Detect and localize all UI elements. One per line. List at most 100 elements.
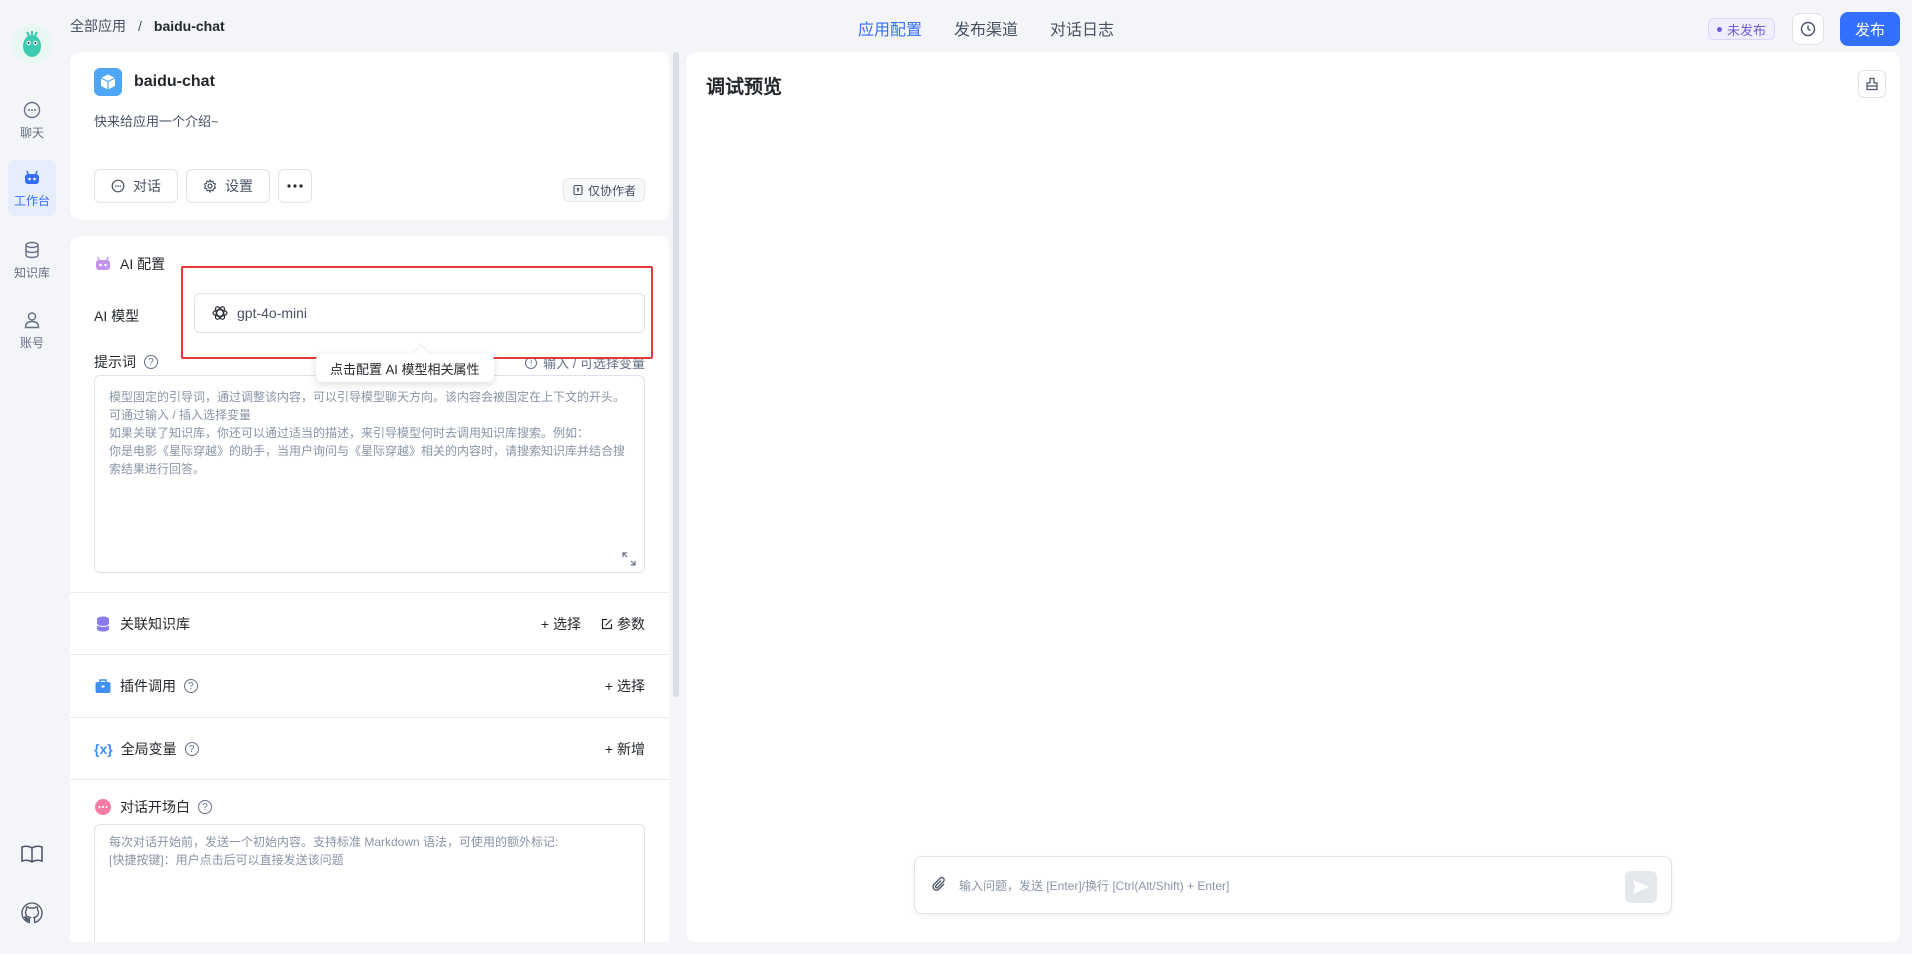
variables-add-label: 新增 bbox=[617, 741, 645, 757]
sidebar-item-label: 工作台 bbox=[13, 193, 50, 208]
edit-icon bbox=[601, 618, 613, 630]
plugins-header: 插件调用 ? bbox=[94, 676, 198, 696]
tab-app-config[interactable]: 应用配置 bbox=[858, 16, 922, 40]
app-logo[interactable] bbox=[12, 24, 52, 64]
ai-config-title: AI 配置 bbox=[120, 256, 166, 272]
model-tooltip: 点击配置 AI 模型相关属性 bbox=[316, 354, 494, 382]
logo-icon bbox=[23, 31, 41, 57]
user-icon bbox=[24, 311, 40, 328]
github-icon[interactable] bbox=[20, 901, 44, 925]
divider bbox=[70, 592, 669, 593]
model-tooltip-text: 点击配置 AI 模型相关属性 bbox=[330, 361, 480, 377]
model-highlight-box bbox=[181, 266, 653, 359]
publish-button[interactable]: 发布 bbox=[1840, 12, 1900, 46]
sidebar-item-dataset[interactable]: 知识库 bbox=[8, 232, 56, 288]
book-icon[interactable] bbox=[20, 842, 44, 866]
sidebar-item-account[interactable]: 账号 bbox=[8, 302, 56, 358]
sidebar: 聊天 工作台 知识库 账号 bbox=[0, 0, 64, 954]
help-icon[interactable]: ? bbox=[184, 679, 198, 693]
variables-title: 全局变量 bbox=[120, 741, 177, 757]
variables-header: {x} 全局变量 ? bbox=[94, 739, 199, 759]
clear-chat-button[interactable] bbox=[1858, 70, 1886, 98]
divider bbox=[70, 717, 669, 718]
database-icon bbox=[96, 616, 110, 632]
help-icon[interactable]: ? bbox=[144, 355, 158, 369]
sidebar-item-label: 聊天 bbox=[19, 125, 44, 140]
chat-input-placeholder: 输入问题，发送 [Enter]/换行 [Ctrl(Alt/Shift) + En… bbox=[959, 878, 1230, 893]
history-button[interactable] bbox=[1792, 13, 1824, 45]
tab-publish-channel[interactable]: 发布渠道 bbox=[954, 16, 1018, 40]
dataset-params-button[interactable]: 参数 bbox=[601, 614, 645, 634]
breadcrumb-root[interactable]: 全部应用 bbox=[70, 16, 126, 36]
opener-header: 对话开场白 ? bbox=[94, 797, 212, 817]
dataset-params-label: 参数 bbox=[617, 616, 645, 632]
top-tabs: 应用配置 发布渠道 对话日志 bbox=[858, 16, 1114, 40]
expand-icon[interactable] bbox=[622, 552, 636, 566]
app-info-card: baidu-chat 快来给应用一个介绍~ 对话 设置 仅协作者 bbox=[70, 52, 669, 220]
dataset-select-button[interactable]: + 选择 bbox=[541, 614, 581, 634]
prompt-header: 提示词 ? bbox=[94, 352, 158, 372]
breadcrumb-separator: / bbox=[138, 18, 142, 34]
sidebar-item-chat[interactable]: 聊天 bbox=[8, 92, 56, 148]
plugins-title: 插件调用 bbox=[120, 678, 176, 694]
database-icon bbox=[25, 241, 39, 258]
attachment-icon[interactable] bbox=[931, 876, 949, 894]
settings-button[interactable]: 设置 bbox=[186, 169, 270, 203]
chat-button-label: 对话 bbox=[133, 178, 161, 194]
cube-icon bbox=[100, 74, 116, 90]
sidebar-item-label: 知识库 bbox=[13, 265, 50, 280]
status-badge: 未发布 bbox=[1708, 18, 1776, 40]
chat-button[interactable]: 对话 bbox=[94, 169, 178, 203]
lock-icon bbox=[573, 184, 583, 196]
debug-preview-panel: 调试预览 输入问题，发送 [Enter]/换行 [Ctrl(Alt/Shift)… bbox=[686, 52, 1900, 942]
settings-button-label: 设置 bbox=[225, 178, 253, 194]
help-icon[interactable]: ? bbox=[184, 742, 199, 756]
tab-chat-logs[interactable]: 对话日志 bbox=[1050, 16, 1114, 40]
toolbox-icon bbox=[95, 679, 111, 693]
robot-icon bbox=[96, 256, 110, 270]
more-button[interactable] bbox=[278, 169, 312, 203]
app-name: baidu-chat bbox=[134, 73, 215, 90]
variables-add-button[interactable]: + 新增 bbox=[605, 739, 645, 759]
dataset-header: 关联知识库 bbox=[94, 614, 190, 634]
preview-title: 调试预览 bbox=[706, 77, 783, 98]
status-dot bbox=[1717, 26, 1722, 32]
prompt-placeholder: 模型固定的引导词，通过调整该内容，可以引导模型聊天方向。该内容会被固定在上下文的… bbox=[109, 390, 626, 476]
sidebar-item-workspace[interactable]: 工作台 bbox=[8, 160, 56, 216]
plugins-actions: + 选择 bbox=[605, 676, 645, 696]
dataset-select-label: 选择 bbox=[553, 616, 581, 632]
plugins-select-button[interactable]: + 选择 bbox=[605, 676, 645, 696]
broom-icon bbox=[1866, 77, 1878, 91]
model-label: AI 模型 bbox=[94, 308, 140, 324]
opener-textarea[interactable]: 每次对话开始前，发送一个初始内容。支持标准 Markdown 语法，可使用的额外… bbox=[94, 824, 645, 942]
more-icon bbox=[287, 184, 303, 188]
chat-icon bbox=[23, 101, 41, 118]
opener-title: 对话开场白 bbox=[120, 799, 190, 815]
app-intro[interactable]: 快来给应用一个介绍~ bbox=[94, 111, 219, 130]
plugins-select-label: 选择 bbox=[617, 678, 645, 694]
variable-icon: {x} bbox=[94, 741, 113, 757]
help-icon[interactable]: ? bbox=[198, 800, 212, 814]
scrollbar[interactable] bbox=[673, 52, 679, 697]
chat-input[interactable]: 输入问题，发送 [Enter]/换行 [Ctrl(Alt/Shift) + En… bbox=[914, 856, 1672, 914]
breadcrumb-current: baidu-chat bbox=[153, 18, 225, 34]
prompt-textarea[interactable]: 模型固定的引导词，通过调整该内容，可以引导模型聊天方向。该内容会被固定在上下文的… bbox=[94, 375, 645, 573]
robot-icon bbox=[25, 170, 39, 184]
prompt-title: 提示词 bbox=[94, 354, 136, 370]
dataset-title: 关联知识库 bbox=[120, 616, 190, 632]
send-button[interactable] bbox=[1625, 871, 1657, 903]
send-icon bbox=[1633, 880, 1649, 894]
app-actions: 对话 设置 bbox=[94, 169, 312, 203]
welcome-chat-icon bbox=[95, 799, 111, 815]
chat-icon bbox=[111, 179, 125, 193]
divider bbox=[70, 654, 669, 655]
sidebar-item-label: 账号 bbox=[19, 335, 44, 350]
gear-icon bbox=[203, 179, 217, 193]
collaborator-permission-tag[interactable]: 仅协作者 bbox=[562, 178, 645, 202]
clock-icon bbox=[1800, 21, 1816, 37]
collaborator-label: 仅协作者 bbox=[587, 183, 636, 198]
dataset-actions: + 选择 参数 bbox=[541, 614, 645, 634]
divider bbox=[70, 779, 669, 780]
breadcrumb: 全部应用 / baidu-chat bbox=[70, 16, 225, 36]
opener-placeholder: 每次对话开始前，发送一个初始内容。支持标准 Markdown 语法，可使用的额外… bbox=[109, 835, 559, 867]
